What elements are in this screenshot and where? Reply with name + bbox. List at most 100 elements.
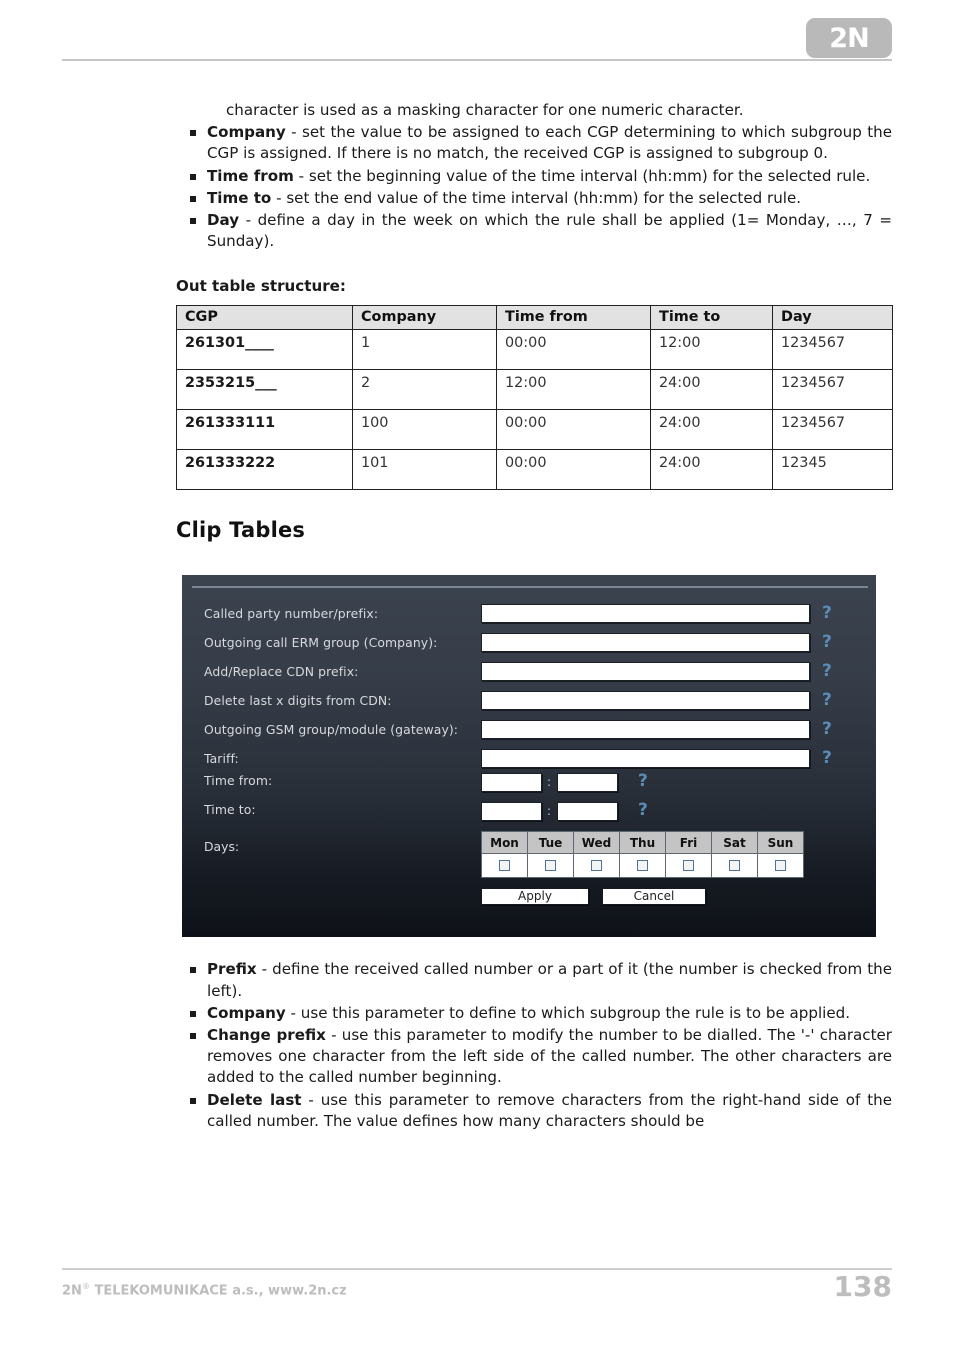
help-icon[interactable]: ? [638,802,648,819]
bottom-bullet-list: Prefix - define the received called numb… [176,959,892,1132]
page-header: 2N [0,0,954,70]
input-called-party-number[interactable] [481,604,810,624]
input-outgoing-gsm-group[interactable] [481,720,810,740]
brand-logo: 2N [806,18,892,58]
input-time-to-minutes[interactable] [557,802,618,822]
list-item-text: - use this parameter to define to which … [285,1003,851,1022]
list-item-text: - define the received called number or a… [207,960,892,1000]
list-item-text: - set the value to be assigned to each C… [207,123,892,163]
list-item: Time to - set the end value of the time … [176,188,892,209]
panel-button-row: Apply Cancel [182,888,876,918]
form-row-outgoing-gsm-group: Outgoing GSM group/module (gateway): ? [182,715,876,744]
help-icon[interactable]: ? [822,692,832,709]
checkbox-tue[interactable] [545,860,556,872]
list-item-text: - set the beginning value of the time in… [293,166,871,185]
cell-company: 100 [352,409,497,451]
cell-time-from: 00:00 [496,329,651,371]
list-item-term: Change prefix [207,1026,326,1045]
top-bullet-list: Company - set the value to be assigned t… [176,122,892,252]
label-outgoing-gsm-group: Outgoing GSM group/module (gateway): [204,722,459,738]
input-time-from-hours[interactable] [481,773,542,793]
label-days: Days: [204,839,240,855]
list-item-term: Delete last [207,1090,302,1109]
label-tariff: Tariff: [204,751,239,767]
table-row: 261333111 100 00:00 24:00 1234567 [176,409,893,451]
list-item-term: Prefix [207,960,257,979]
help-icon[interactable]: ? [822,634,832,651]
cell-cgp: 261333222 [176,449,353,491]
input-time-to-hours[interactable] [481,802,542,822]
day-header-sun: Sun [757,831,804,855]
checkbox-wed[interactable] [591,860,602,872]
checkbox-thu[interactable] [637,860,648,872]
day-header-sat: Sat [711,831,758,855]
list-item-text: - use this parameter to remove character… [207,1090,892,1130]
list-item: Prefix - define the received called numb… [176,959,892,1001]
footer-company-text: 2N® TELEKOMUNIKACE a.s., www.2n.cz [62,1282,347,1298]
help-icon[interactable]: ? [822,721,832,738]
cell-day: 1234567 [772,369,893,411]
day-header-tue: Tue [527,831,574,855]
label-time-to: Time to: [204,802,256,818]
list-item-term: Time to [207,188,272,207]
list-item: Delete last - use this parameter to remo… [176,1090,892,1132]
column-header-company: Company [352,305,497,331]
cell-company: 101 [352,449,497,491]
label-delete-last-digits: Delete last x digits from CDN: [204,693,392,709]
day-header-fri: Fri [665,831,712,855]
help-icon[interactable]: ? [638,773,648,790]
day-cell-sat[interactable] [711,853,758,879]
cell-time-to: 24:00 [650,409,773,451]
checkbox-mon[interactable] [499,860,510,872]
cell-cgp: 261301____ [176,329,353,371]
label-add-replace-cdn-prefix: Add/Replace CDN prefix: [204,664,359,680]
table-row: 261333222 101 00:00 24:00 12345 [176,449,893,491]
day-cell-wed[interactable] [573,853,620,879]
out-table: CGP Company Time from Time to Day 261301… [176,305,893,491]
list-item-term: Time from [207,166,294,185]
cell-time-to: 24:00 [650,369,773,411]
cell-time-from: 00:00 [496,409,651,451]
cancel-button[interactable]: Cancel [602,888,706,906]
input-add-replace-cdn-prefix[interactable] [481,662,810,682]
form-row-days: Days: Mon Tue Wed Thu Fri Sat Sun [182,831,876,883]
checkbox-sun[interactable] [775,860,786,872]
list-item: Change prefix - use this parameter to mo… [176,1025,892,1089]
column-header-cgp: CGP [176,305,353,331]
header-divider [62,59,892,61]
column-header-day: Day [772,305,893,331]
help-icon[interactable]: ? [822,663,832,680]
list-item: Time from - set the beginning value of t… [176,166,892,187]
day-cell-thu[interactable] [619,853,666,879]
apply-button[interactable]: Apply [481,888,589,906]
form-row-delete-last-digits: Delete last x digits from CDN: ? [182,686,876,715]
day-cell-mon[interactable] [481,853,528,879]
list-item: Company - set the value to be assigned t… [176,122,892,164]
label-called-party-number: Called party number/prefix: [204,606,379,622]
input-time-from-minutes[interactable] [557,773,618,793]
input-tariff[interactable] [481,749,810,769]
day-cell-fri[interactable] [665,853,712,879]
column-header-time-to: Time to [650,305,773,331]
checkbox-sat[interactable] [729,860,740,872]
panel-body: Called party number/prefix: ? Outgoing c… [182,599,876,937]
table-row: 2353215___ 2 12:00 24:00 1234567 [176,369,893,411]
input-outgoing-call-erm-group[interactable] [481,633,810,653]
checkbox-fri[interactable] [683,860,694,872]
input-delete-last-digits[interactable] [481,691,810,711]
cell-time-from: 12:00 [496,369,651,411]
day-cell-sun[interactable] [757,853,804,879]
help-icon[interactable]: ? [822,750,832,767]
form-row-add-replace-cdn-prefix: Add/Replace CDN prefix: ? [182,657,876,686]
help-icon[interactable]: ? [822,605,832,622]
list-item: Company - use this parameter to define t… [176,1003,892,1024]
time-to-separator: : [547,804,552,819]
out-table-caption: Out table structure: [176,277,346,296]
panel-divider [192,586,868,589]
list-item-text: - set the end value of the time interval… [271,188,802,207]
page-footer: 2N® TELEKOMUNIKACE a.s., www.2n.cz 138 [0,1260,954,1350]
brand-logo-text: 2N [829,22,869,54]
days-checkbox-row [481,853,804,879]
day-cell-tue[interactable] [527,853,574,879]
lead-paragraph: character is used as a masking character… [226,101,744,119]
